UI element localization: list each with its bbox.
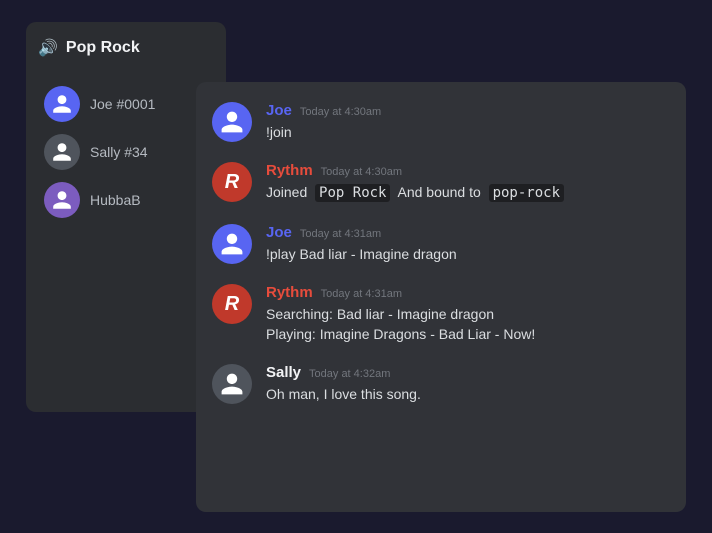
member-name-joe: Joe #0001 xyxy=(90,96,155,112)
message-item-5: Sally Today at 4:32am Oh man, I love thi… xyxy=(212,364,670,405)
msg-author-sally: Sally xyxy=(266,364,301,381)
member-name-sally: Sally #34 xyxy=(90,144,148,160)
msg-text-3: !play Bad liar - Imagine dragon xyxy=(266,245,670,265)
message-item-1: Joe Today at 4:30am !join xyxy=(212,102,670,143)
chat-panel[interactable]: Joe Today at 4:30am !join R Rythm Today … xyxy=(196,82,686,512)
msg-content-1: Joe Today at 4:30am !join xyxy=(266,102,670,143)
avatar-joe xyxy=(44,86,80,122)
msg-header-2: Rythm Today at 4:30am xyxy=(266,162,670,179)
highlight-pop-rock-2: pop-rock xyxy=(489,184,564,202)
msg-text-4a: Searching: Bad liar - Imagine dragon xyxy=(266,305,670,325)
msg-avatar-joe-1 xyxy=(212,102,252,142)
msg-text-5: Oh man, I love this song. xyxy=(266,385,670,405)
message-list: Joe Today at 4:30am !join R Rythm Today … xyxy=(212,102,670,406)
msg-author-rythm-1: Rythm xyxy=(266,162,313,179)
member-item-sally[interactable]: Sally #34 xyxy=(38,130,214,174)
rythm-logo-1: R xyxy=(212,162,252,202)
member-list: Joe #0001 Sally #34 HubbaB xyxy=(38,82,214,222)
msg-header-1: Joe Today at 4:30am xyxy=(266,102,670,119)
msg-content-2: Rythm Today at 4:30am Joined Pop Rock An… xyxy=(266,162,670,204)
msg-author-joe-1: Joe xyxy=(266,102,292,119)
msg-author-joe-2: Joe xyxy=(266,224,292,241)
avatar-sally xyxy=(44,134,80,170)
msg-content-3: Joe Today at 4:31am !play Bad liar - Ima… xyxy=(266,224,670,265)
msg-header-3: Joe Today at 4:31am xyxy=(266,224,670,241)
msg-timestamp-2: Today at 4:30am xyxy=(321,166,402,178)
msg-content-5: Sally Today at 4:32am Oh man, I love thi… xyxy=(266,364,670,405)
channel-name: Pop Rock xyxy=(66,39,140,57)
msg-text-4b: Playing: Imagine Dragons - Bad Liar - No… xyxy=(266,325,670,345)
speaker-icon: 🔊 xyxy=(38,38,58,58)
msg-timestamp-1: Today at 4:30am xyxy=(300,106,381,118)
msg-text-2: Joined Pop Rock And bound to pop-rock xyxy=(266,183,670,204)
app-container: 🔊 Pop Rock Joe #0001 Sall xyxy=(26,22,686,512)
msg-header-4: Rythm Today at 4:31am xyxy=(266,284,670,301)
msg-content-4: Rythm Today at 4:31am Searching: Bad lia… xyxy=(266,284,670,344)
msg-timestamp-5: Today at 4:32am xyxy=(309,368,390,380)
message-item-3: Joe Today at 4:31am !play Bad liar - Ima… xyxy=(212,224,670,265)
highlight-pop-rock: Pop Rock xyxy=(315,184,390,202)
msg-avatar-joe-2 xyxy=(212,224,252,264)
message-item-4: R Rythm Today at 4:31am Searching: Bad l… xyxy=(212,284,670,344)
msg-header-5: Sally Today at 4:32am xyxy=(266,364,670,381)
avatar-hubba xyxy=(44,182,80,218)
rythm-logo-2: R xyxy=(212,284,252,324)
msg-avatar-sally-1 xyxy=(212,364,252,404)
member-item-hubba[interactable]: HubbaB xyxy=(38,178,214,222)
member-item-joe[interactable]: Joe #0001 xyxy=(38,82,214,126)
msg-timestamp-3: Today at 4:31am xyxy=(300,228,381,240)
channel-header: 🔊 Pop Rock xyxy=(38,38,214,66)
msg-text-1: !join xyxy=(266,123,670,143)
msg-timestamp-4: Today at 4:31am xyxy=(321,288,402,300)
member-name-hubba: HubbaB xyxy=(90,192,141,208)
message-item-2: R Rythm Today at 4:30am Joined Pop Rock … xyxy=(212,162,670,204)
msg-author-rythm-2: Rythm xyxy=(266,284,313,301)
